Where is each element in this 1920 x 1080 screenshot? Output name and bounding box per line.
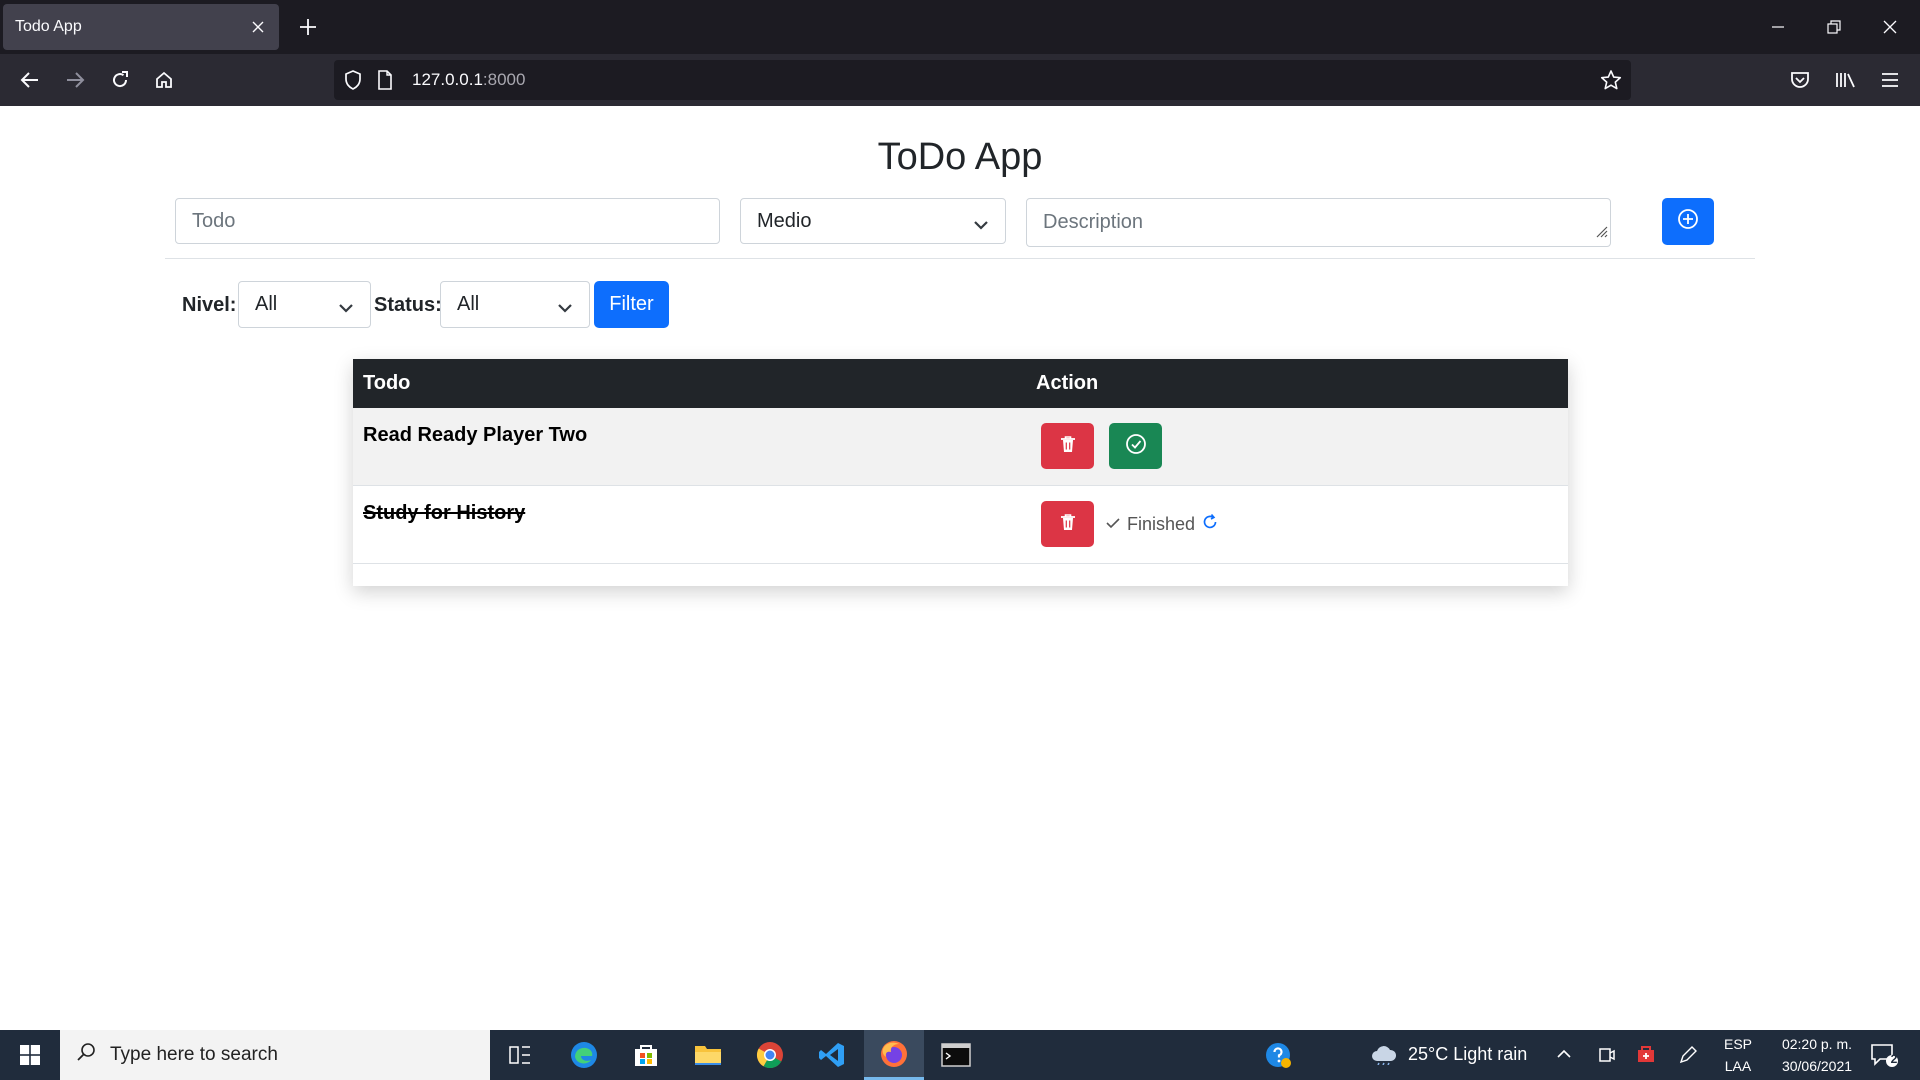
taskbar-search-placeholder: Type here to search <box>110 1044 278 1065</box>
todo-title: Study for History <box>363 502 526 524</box>
url-text: 127.0.0.1:8000 <box>412 70 526 89</box>
help-icon[interactable] <box>1248 1030 1308 1080</box>
windows-start-icon[interactable] <box>0 1030 60 1080</box>
clock-date: 30/06/2021 <box>1781 1058 1853 1074</box>
bookmark-star-icon[interactable] <box>1600 69 1622 91</box>
level-select-value: Medio <box>757 209 812 232</box>
url-bar[interactable]: 127.0.0.1:8000 <box>334 60 1631 100</box>
todo-input[interactable]: Todo <box>175 198 720 244</box>
delete-button[interactable] <box>1041 501 1094 547</box>
back-icon[interactable] <box>14 64 46 96</box>
reload-icon[interactable] <box>104 64 136 96</box>
clock-time: 02:20 p. m. <box>1781 1036 1853 1052</box>
plus-circle-icon <box>1677 208 1699 235</box>
finished-label: Finished <box>1127 514 1196 534</box>
shield-icon[interactable] <box>342 69 364 91</box>
taskbar-search-input[interactable]: Type here to search <box>60 1030 490 1080</box>
chevron-down-icon <box>338 297 354 320</box>
table-row: Read Ready Player Two <box>353 408 1568 486</box>
todo-title: Read Ready Player Two <box>363 424 588 446</box>
table-header: Todo Action <box>353 359 1568 408</box>
firefox-icon[interactable] <box>864 1030 924 1080</box>
pocket-icon[interactable] <box>1784 64 1816 96</box>
library-icon[interactable] <box>1830 64 1862 96</box>
nivel-label: Nivel: <box>182 294 237 316</box>
search-icon <box>76 1042 96 1068</box>
language-indicator[interactable]: ESP LAA <box>1718 1033 1758 1077</box>
check-circle-icon <box>1125 433 1147 460</box>
undo-refresh-icon[interactable] <box>1201 513 1219 536</box>
filter-button[interactable]: Filter <box>594 281 669 328</box>
app-tray-icon[interactable] <box>1636 1044 1656 1069</box>
status-filter-value: All <box>457 293 480 315</box>
chevron-up-icon[interactable] <box>1556 1047 1572 1065</box>
notification-count: 2 <box>1890 1052 1898 1066</box>
restore-icon[interactable] <box>1806 10 1862 44</box>
nivel-filter-select[interactable]: All <box>238 281 371 328</box>
terminal-icon[interactable] <box>926 1030 986 1080</box>
pen-icon[interactable] <box>1678 1045 1698 1070</box>
task-view-icon[interactable] <box>490 1030 550 1080</box>
tab-title: Todo App <box>15 18 82 35</box>
divider <box>165 258 1755 259</box>
delete-button[interactable] <box>1041 423 1094 469</box>
todo-input-placeholder: Todo <box>192 209 236 232</box>
edge-browser-icon[interactable] <box>554 1030 614 1080</box>
status-label: Status: <box>374 294 442 316</box>
weather-cloud-icon[interactable] <box>1370 1043 1398 1070</box>
close-tab-icon[interactable] <box>247 16 269 38</box>
resize-handle-icon[interactable] <box>1594 221 1608 244</box>
clock[interactable]: 02:20 p. m. 30/06/2021 <box>1762 1033 1872 1077</box>
level-select[interactable]: Medio <box>740 198 1006 244</box>
chevron-down-icon <box>973 214 989 237</box>
description-textarea[interactable]: Description <box>1026 198 1611 247</box>
finished-status: Finished <box>1105 513 1219 536</box>
home-icon[interactable] <box>148 64 180 96</box>
trash-icon <box>1060 513 1076 536</box>
table-row: Study for History Finished <box>353 486 1568 564</box>
trash-icon <box>1060 435 1076 458</box>
new-tab-icon[interactable] <box>294 13 322 41</box>
header-action: Action <box>1036 372 1099 394</box>
complete-button[interactable] <box>1109 423 1162 469</box>
store-icon[interactable] <box>616 1030 676 1080</box>
weather-text[interactable]: 25°C Light rain <box>1408 1044 1527 1065</box>
forward-icon[interactable] <box>59 64 91 96</box>
nivel-filter-value: All <box>255 293 278 315</box>
file-explorer-icon[interactable] <box>678 1030 738 1080</box>
chevron-down-icon <box>557 297 573 320</box>
description-placeholder: Description <box>1043 211 1144 233</box>
minimize-icon[interactable] <box>1750 10 1806 44</box>
chrome-icon[interactable] <box>740 1030 800 1080</box>
language-bottom: LAA <box>1724 1058 1752 1074</box>
close-window-icon[interactable] <box>1862 10 1918 44</box>
browser-tab-bar: Todo App <box>0 0 1920 54</box>
browser-tab[interactable]: Todo App <box>3 4 279 50</box>
taskbar: Type here to search 25°C Light rain ESP … <box>0 1030 1920 1080</box>
vscode-icon[interactable] <box>802 1030 862 1080</box>
menu-icon[interactable] <box>1874 64 1906 96</box>
browser-nav-bar: 127.0.0.1:8000 <box>0 54 1920 106</box>
check-icon <box>1105 514 1121 535</box>
header-todo: Todo <box>363 372 411 394</box>
page-content: ToDo App Todo Medio Description Nivel: A… <box>0 106 1920 1030</box>
meet-now-icon[interactable] <box>1598 1045 1616 1070</box>
language-top: ESP <box>1723 1036 1752 1052</box>
page-icon[interactable] <box>374 69 396 91</box>
add-todo-button[interactable] <box>1662 198 1714 245</box>
page-title: ToDo App <box>877 136 1043 178</box>
status-filter-select[interactable]: All <box>440 281 590 328</box>
todo-table: Todo Action Read Ready Player Two Study … <box>353 359 1568 586</box>
